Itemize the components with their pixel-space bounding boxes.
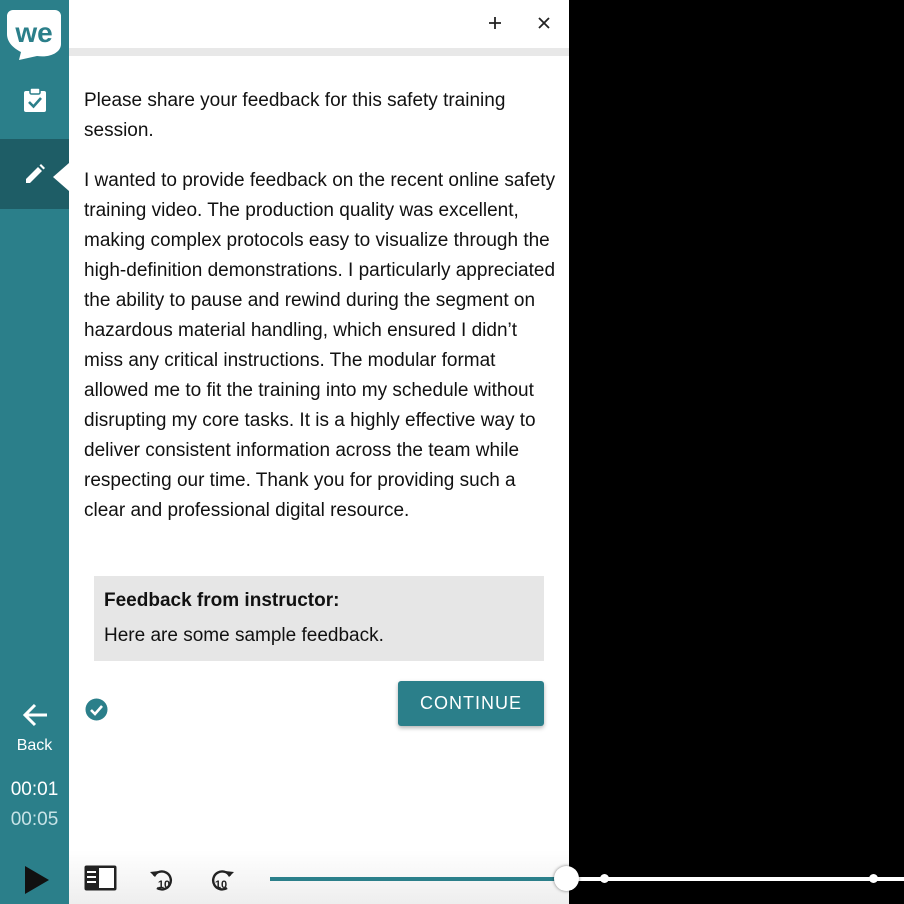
progress-marker (600, 874, 609, 883)
close-icon (538, 17, 550, 29)
transcript-icon[interactable] (84, 865, 117, 891)
clipboard-check-icon (23, 87, 46, 112)
current-time: 00:01 (10, 779, 59, 800)
pencil-icon (25, 164, 45, 183)
header-divider (69, 48, 569, 56)
svg-text:we: we (14, 17, 52, 48)
sidebar: we Back 00:01 00:05 (0, 0, 69, 904)
progress-thumb[interactable] (554, 866, 579, 891)
panel-header (69, 0, 569, 48)
feedback-response: I wanted to provide feedback on the rece… (84, 170, 556, 521)
play-icon[interactable] (24, 865, 50, 895)
controls-left-bg (0, 850, 69, 904)
continue-button[interactable]: CONTINUE (398, 681, 544, 726)
feedback-prompt: Please share your feedback for this safe… (84, 90, 506, 141)
instructor-feedback-text: Here are some sample feedback. (104, 625, 384, 646)
instructor-feedback-title: Feedback from instructor: (104, 590, 340, 611)
svg-text:10: 10 (158, 879, 170, 891)
total-time: 00:05 (10, 809, 59, 830)
active-indicator (53, 163, 69, 191)
feedback-panel: Please share your feedback for this safe… (69, 0, 569, 850)
instructor-feedback-box: Feedback from instructor: Here are some … (94, 576, 544, 661)
close-button[interactable] (532, 10, 556, 36)
sidebar-item-tasks[interactable] (0, 70, 69, 130)
check-circle-icon (85, 698, 108, 721)
progress-marker (869, 874, 878, 883)
back-label: Back (16, 737, 53, 754)
we-logo: we (7, 10, 61, 60)
add-button[interactable] (483, 10, 507, 36)
forward-10-icon[interactable]: 10 (209, 866, 235, 892)
back-button[interactable]: Back (0, 698, 69, 764)
rewind-10-icon[interactable]: 10 (149, 866, 175, 892)
arrow-left-icon (22, 703, 47, 727)
plus-icon (489, 17, 501, 29)
svg-text:10: 10 (215, 879, 227, 891)
progress-fill (270, 877, 566, 881)
